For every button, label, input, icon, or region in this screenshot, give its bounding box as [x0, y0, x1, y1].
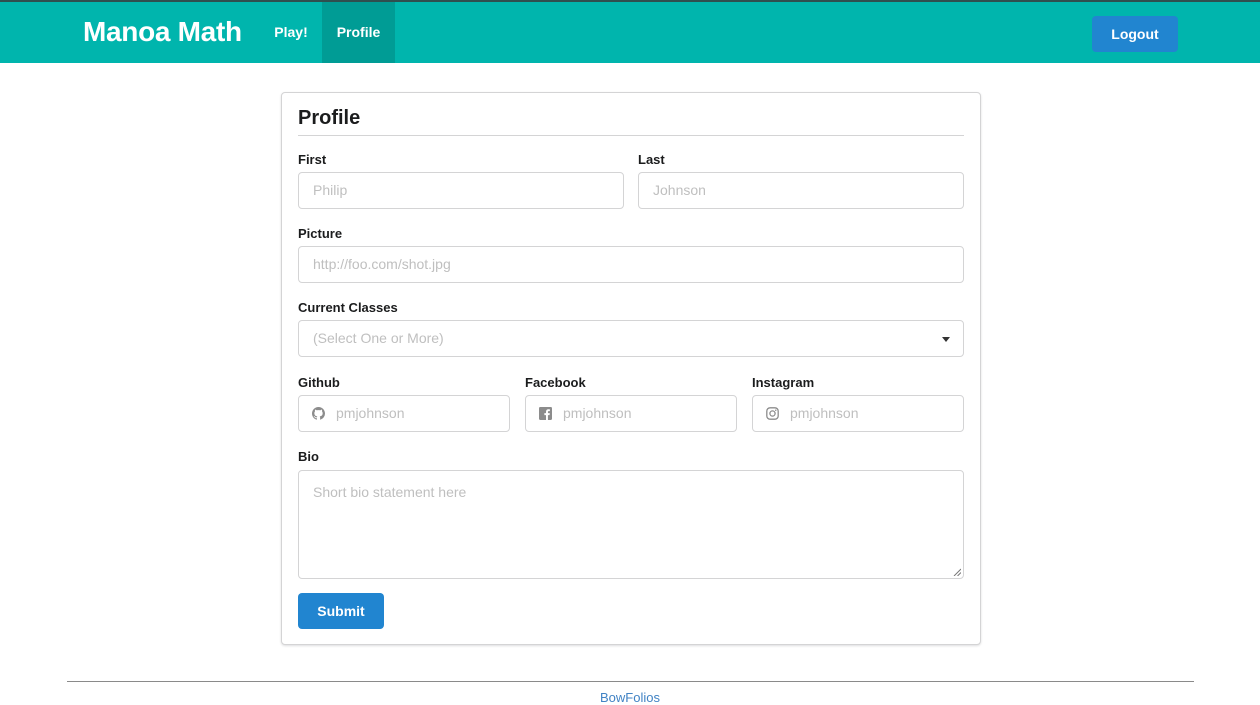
top-navbar: Manoa Math Play! Profile Logout: [0, 0, 1260, 63]
footer-divider: [67, 681, 1194, 682]
github-label: Github: [298, 375, 340, 390]
profile-form-card: Profile First Philip Last Johnson Pictur…: [281, 92, 981, 645]
instagram-placeholder: pmjohnson: [790, 405, 859, 421]
github-input[interactable]: pmjohnson: [298, 395, 510, 432]
picture-label: Picture: [298, 226, 343, 241]
current-classes-label: Current Classes: [298, 300, 398, 315]
last-name-input[interactable]: Johnson: [638, 172, 964, 209]
github-placeholder: pmjohnson: [336, 405, 405, 421]
resize-handle-icon[interactable]: [953, 568, 961, 576]
current-classes-placeholder: (Select One or More): [313, 330, 444, 346]
bio-label: Bio: [298, 449, 319, 464]
facebook-icon: [539, 407, 552, 420]
current-classes-dropdown[interactable]: (Select One or More): [298, 320, 964, 357]
first-name-input[interactable]: Philip: [298, 172, 624, 209]
bio-textarea[interactable]: Short bio statement here: [298, 470, 964, 579]
facebook-input[interactable]: pmjohnson: [525, 395, 737, 432]
dropdown-arrow-icon[interactable]: [942, 337, 950, 342]
instagram-label: Instagram: [752, 375, 815, 390]
nav-item-profile[interactable]: Profile: [322, 2, 395, 63]
form-title: Profile: [298, 105, 964, 136]
instagram-icon: [766, 407, 779, 420]
facebook-label: Facebook: [525, 375, 586, 390]
facebook-placeholder: pmjohnson: [563, 405, 632, 421]
last-name-label: Last: [638, 152, 665, 167]
nav-item-play[interactable]: Play!: [260, 2, 322, 63]
logout-button[interactable]: Logout: [1092, 16, 1178, 52]
footer-link-bowfolios[interactable]: BowFolios: [0, 690, 1260, 705]
github-icon: [312, 407, 325, 420]
bio-placeholder: Short bio statement here: [313, 484, 467, 500]
instagram-input[interactable]: pmjohnson: [752, 395, 964, 432]
picture-url-input[interactable]: http://foo.com/shot.jpg: [298, 246, 964, 283]
brand-title[interactable]: Manoa Math: [83, 16, 242, 48]
submit-button[interactable]: Submit: [298, 593, 384, 629]
first-name-label: First: [298, 152, 327, 167]
